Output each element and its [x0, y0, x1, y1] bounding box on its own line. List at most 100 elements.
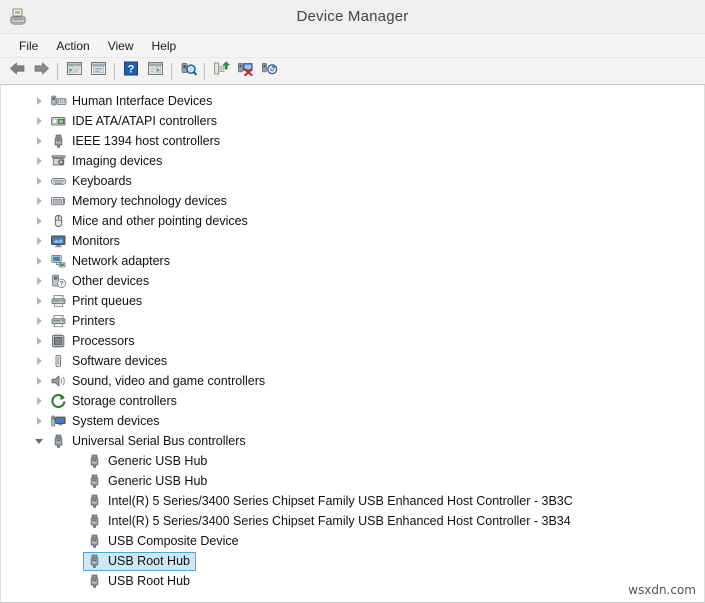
expand-triangle-icon[interactable] [31, 273, 47, 289]
expand-triangle-icon[interactable] [31, 193, 47, 209]
menu-view[interactable]: View [99, 37, 143, 55]
tree-item-content[interactable]: IEEE 1394 host controllers [47, 132, 226, 151]
tree-item-content[interactable]: System devices [47, 412, 166, 431]
expand-triangle-icon[interactable] [31, 233, 47, 249]
scan-hardware-icon [180, 61, 197, 81]
usb-icon [86, 513, 103, 529]
tree-row[interactable]: Human Interface Devices [1, 91, 704, 111]
tree-row[interactable]: Network adapters [1, 251, 704, 271]
tree-item-content[interactable]: Network adapters [47, 252, 176, 271]
toolbar-separator-2 [114, 62, 115, 80]
tree-item-content[interactable]: Storage controllers [47, 392, 183, 411]
tree-row[interactable]: Monitors [1, 231, 704, 251]
menu-action[interactable]: Action [47, 37, 98, 55]
tree-item-content[interactable]: Software devices [47, 352, 173, 371]
tree-item-content[interactable]: USB Composite Device [83, 532, 245, 551]
tree-row[interactable]: Mice and other pointing devices [1, 211, 704, 231]
expand-triangle-icon[interactable] [31, 113, 47, 129]
tree-row[interactable]: Intel(R) 5 Series/3400 Series Chipset Fa… [1, 491, 704, 511]
menu-file[interactable]: File [10, 37, 47, 55]
tree-item-label: Printers [72, 314, 116, 328]
tree-item-content[interactable]: ? Other devices [47, 272, 155, 291]
network-adapter-icon [50, 253, 67, 269]
console-tree-icon [66, 61, 83, 81]
tree-item-label: IDE ATA/ATAPI controllers [72, 114, 217, 128]
tree-item-content[interactable]: Printers [47, 312, 121, 331]
human-interface-device-icon [50, 93, 67, 109]
svg-text:?: ? [60, 281, 64, 288]
toolbar-separator-4 [204, 62, 205, 80]
tree-item-content[interactable]: Intel(R) 5 Series/3400 Series Chipset Fa… [83, 512, 577, 531]
tree-item-content[interactable]: Sound, video and game controllers [47, 372, 271, 391]
tree-item-content[interactable]: Print queues [47, 292, 148, 311]
disable-enable-device-button[interactable] [257, 60, 281, 83]
properties-button[interactable] [86, 60, 110, 83]
expand-triangle-icon[interactable] [31, 293, 47, 309]
tree-item-content[interactable]: Intel(R) 5 Series/3400 Series Chipset Fa… [83, 492, 579, 511]
device-tree[interactable]: Human Interface Devices IDE ATA/ATAPI con… [0, 85, 705, 602]
expand-triangle-icon[interactable] [31, 353, 47, 369]
uninstall-device-button[interactable] [233, 60, 257, 83]
tree-row[interactable]: Printers [1, 311, 704, 331]
expand-triangle-icon[interactable] [31, 413, 47, 429]
tree-item-content[interactable]: Mice and other pointing devices [47, 212, 254, 231]
expand-triangle-icon[interactable] [31, 153, 47, 169]
forward-button[interactable] [29, 60, 53, 83]
tree-item-content[interactable]: Universal Serial Bus controllers [47, 432, 252, 451]
scan-for-hardware-changes-button[interactable] [176, 60, 200, 83]
tree-row[interactable]: IDE ATA/ATAPI controllers [1, 111, 704, 131]
menu-help[interactable]: Help [143, 37, 186, 55]
tree-item-content[interactable]: Keyboards [47, 172, 138, 191]
tree-item-content[interactable]: Human Interface Devices [47, 92, 218, 111]
show-action-pane-button[interactable] [143, 60, 167, 83]
update-driver-button[interactable] [209, 60, 233, 83]
tree-item-label: System devices [72, 414, 160, 428]
tree-row[interactable]: Imaging devices [1, 151, 704, 171]
usb-icon [86, 493, 103, 509]
tree-row[interactable]: USB Root Hub [1, 551, 704, 571]
memory-technology-icon [50, 193, 67, 209]
tree-item-label: USB Root Hub [108, 574, 190, 588]
selected-item[interactable]: USB Root Hub [83, 551, 196, 571]
tree-item-content[interactable]: IDE ATA/ATAPI controllers [47, 112, 223, 131]
collapse-triangle-icon[interactable] [31, 433, 47, 449]
tree-row[interactable]: Intel(R) 5 Series/3400 Series Chipset Fa… [1, 511, 704, 531]
tree-item-content[interactable]: Memory technology devices [47, 192, 233, 211]
expand-triangle-icon[interactable] [31, 173, 47, 189]
system-device-icon [50, 413, 67, 429]
tree-item-content[interactable]: Processors [47, 332, 141, 351]
expand-triangle-icon[interactable] [31, 213, 47, 229]
tree-row[interactable]: Software devices [1, 351, 704, 371]
expand-triangle-icon[interactable] [31, 253, 47, 269]
tree-row[interactable]: USB Root Hub [1, 571, 704, 591]
back-button[interactable] [5, 60, 29, 83]
tree-row[interactable]: Processors [1, 331, 704, 351]
expand-triangle-icon[interactable] [31, 93, 47, 109]
help-button[interactable]: ? [119, 60, 143, 83]
expand-triangle-icon[interactable] [31, 333, 47, 349]
tree-item-label: Mice and other pointing devices [72, 214, 248, 228]
show-hide-console-tree-button[interactable] [62, 60, 86, 83]
tree-item-content[interactable]: Generic USB Hub [83, 472, 213, 491]
expand-triangle-icon[interactable] [31, 133, 47, 149]
tree-row[interactable]: IEEE 1394 host controllers [1, 131, 704, 151]
window-title: Device Manager [296, 8, 409, 25]
tree-row[interactable]: Generic USB Hub [1, 451, 704, 471]
tree-row[interactable]: Generic USB Hub [1, 471, 704, 491]
tree-item-content[interactable]: Imaging devices [47, 152, 168, 171]
expand-triangle-icon[interactable] [31, 313, 47, 329]
tree-row[interactable]: Memory technology devices [1, 191, 704, 211]
tree-item-content[interactable]: Generic USB Hub [83, 452, 213, 471]
expand-triangle-icon[interactable] [31, 373, 47, 389]
tree-row[interactable]: System devices [1, 411, 704, 431]
expand-triangle-icon[interactable] [31, 393, 47, 409]
tree-row[interactable]: Print queues [1, 291, 704, 311]
tree-row[interactable]: USB Composite Device [1, 531, 704, 551]
tree-row[interactable]: ? Other devices [1, 271, 704, 291]
tree-row[interactable]: Universal Serial Bus controllers [1, 431, 704, 451]
tree-item-content[interactable]: Monitors [47, 232, 126, 251]
tree-item-content[interactable]: USB Root Hub [83, 572, 196, 591]
tree-row[interactable]: Storage controllers [1, 391, 704, 411]
tree-row[interactable]: Sound, video and game controllers [1, 371, 704, 391]
tree-row[interactable]: Keyboards [1, 171, 704, 191]
